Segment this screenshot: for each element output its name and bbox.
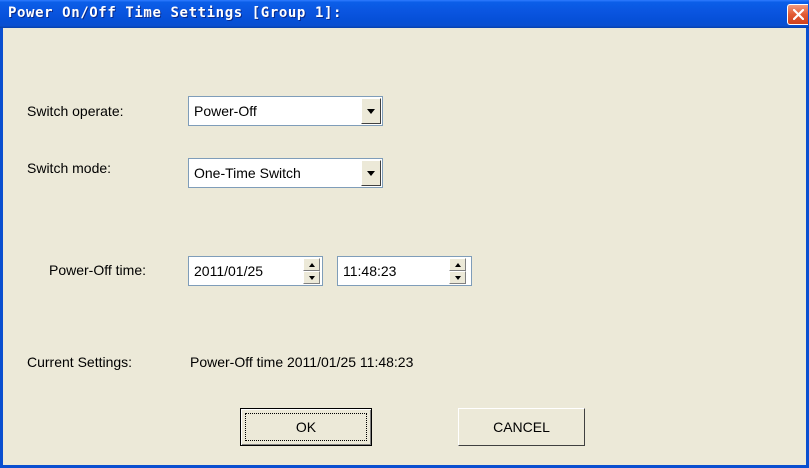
switch-operate-label: Switch operate: [27, 103, 124, 119]
power-off-date-picker[interactable]: 2011/01/25 [188, 256, 323, 286]
time-spinner[interactable] [449, 258, 466, 284]
dialog-window: Power On/Off Time Settings [Group 1]: Sw… [0, 0, 809, 468]
power-off-time-value: 11:48:23 [343, 263, 397, 279]
title-bar[interactable]: Power On/Off Time Settings [Group 1]: [0, 0, 809, 28]
arrow-down-icon [309, 276, 315, 280]
switch-operate-dropdown-button[interactable] [361, 98, 381, 124]
switch-mode-label: Switch mode: [27, 160, 112, 176]
switch-operate-value: Power-Off [194, 103, 257, 119]
date-spinner[interactable] [303, 258, 320, 284]
close-button[interactable] [787, 4, 808, 25]
switch-operate-select[interactable]: Power-Off [188, 96, 383, 126]
current-settings-label: Current Settings: [27, 354, 133, 370]
arrow-up-icon [455, 263, 461, 267]
arrow-up-icon [309, 263, 315, 267]
current-settings-value: Power-Off time 2011/01/25 11:48:23 [190, 354, 414, 370]
time-spin-down-button[interactable] [449, 271, 466, 284]
switch-mode-value: One-Time Switch [194, 165, 301, 181]
window-frame-left [0, 28, 3, 468]
close-icon [793, 9, 804, 20]
date-spin-up-button[interactable] [303, 258, 320, 271]
arrow-down-icon [455, 276, 461, 280]
cancel-button[interactable]: CANCEL [458, 408, 585, 446]
date-spin-down-button[interactable] [303, 271, 320, 284]
ok-button[interactable]: OK [240, 408, 372, 446]
cancel-button-label: CANCEL [493, 419, 550, 435]
switch-mode-select[interactable]: One-Time Switch [188, 158, 383, 188]
chevron-down-icon [367, 109, 375, 114]
power-off-date-value: 2011/01/25 [194, 263, 264, 279]
chevron-down-icon [367, 171, 375, 176]
power-off-time-picker[interactable]: 11:48:23 [337, 256, 472, 286]
focus-rectangle [245, 413, 367, 441]
time-spin-up-button[interactable] [449, 258, 466, 271]
window-title: Power On/Off Time Settings [Group 1]: [8, 5, 343, 21]
switch-mode-dropdown-button[interactable] [361, 160, 381, 186]
power-off-time-label: Power-Off time: [49, 262, 146, 278]
